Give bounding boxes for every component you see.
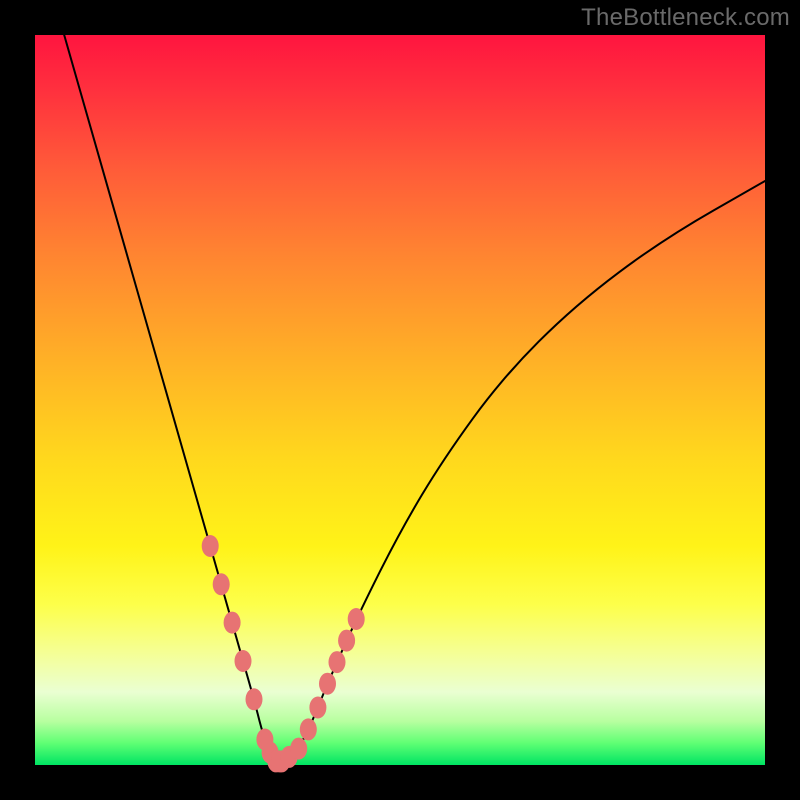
bead — [224, 612, 241, 634]
bead — [348, 608, 365, 630]
bead — [235, 650, 252, 672]
bead — [202, 535, 219, 557]
bead — [329, 651, 346, 673]
bead — [319, 673, 336, 695]
plot-area — [35, 35, 765, 765]
curve-svg — [35, 35, 765, 765]
bead — [213, 573, 230, 595]
bead — [290, 738, 307, 760]
bottleneck-curve — [64, 35, 765, 761]
root-container: TheBottleneck.com — [0, 0, 800, 800]
bead — [246, 688, 263, 710]
watermark-text: TheBottleneck.com — [581, 4, 790, 32]
bead-group — [202, 535, 365, 772]
bead — [300, 718, 317, 740]
plot-frame — [35, 35, 765, 765]
bead — [338, 630, 355, 652]
bead — [309, 697, 326, 719]
